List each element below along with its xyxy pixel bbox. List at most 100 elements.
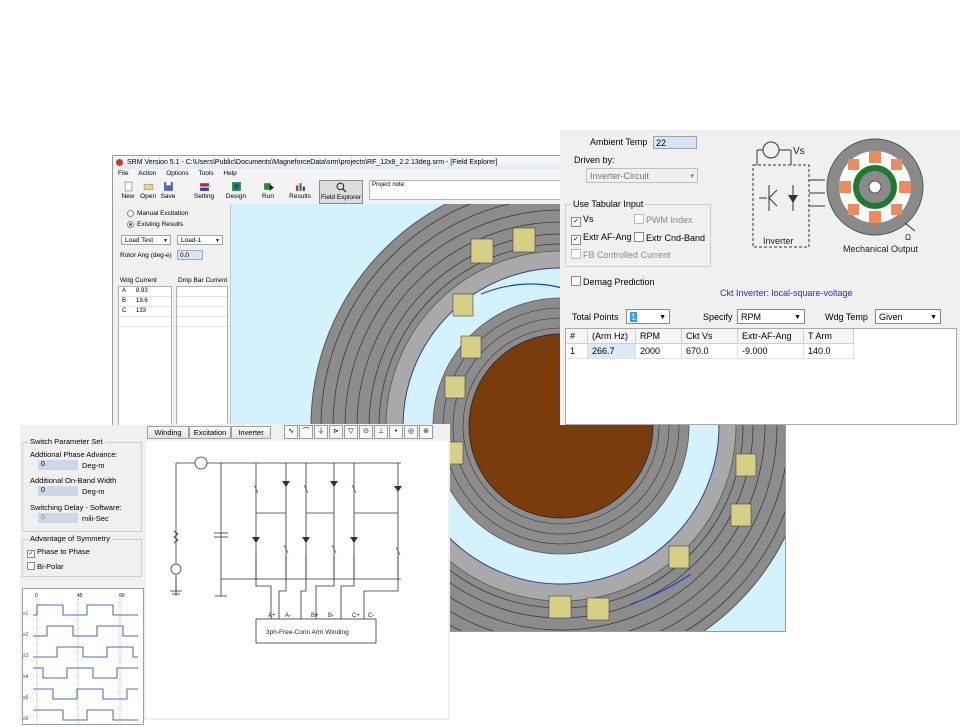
phase-to-phase-label: Phase to Phase [37,547,90,556]
existing-results-option[interactable]: Existing Results [127,221,183,228]
field-explorer-label: Field Explorer [320,194,362,201]
tab-inverter[interactable]: Inverter [231,426,271,439]
onband-input[interactable]: 0 [38,486,78,496]
pwm-index-checkbox[interactable]: PWM Index [634,214,693,225]
driven-by-select[interactable]: Inverter-Circuit ▾ [586,168,698,183]
load-test-select[interactable]: Load Test ▼ [121,235,171,245]
menu-tools[interactable]: Tools [198,170,213,177]
vs-checkbox[interactable]: ✓ Vs [571,214,594,227]
source-tool-icon[interactable]: ⊙ [359,425,373,439]
demag-checkbox[interactable]: Demag Prediction [571,276,655,287]
results-button[interactable]: Results [289,180,311,202]
table-row[interactable] [177,307,227,317]
menu-help[interactable]: Help [223,170,236,177]
ckt-inverter-status: Ckt Inverter: local-square-voltage [720,288,853,298]
run-button[interactable]: Run [259,180,277,202]
phase-advance-input[interactable]: 0 [38,460,78,470]
bi-polar-checkbox[interactable]: Bi-Polar [27,562,64,571]
open-button[interactable]: Open [139,180,157,202]
extr-cnd-band-checkbox[interactable]: Extr Cnd-Band [634,232,705,243]
switching-delay-input[interactable]: 0 [38,513,78,523]
new-button[interactable]: New [119,180,137,202]
voltage-source-icon [762,141,780,159]
design-button[interactable]: Design [225,180,247,202]
window-title: SRM Version 5.1 - C:\Users\Public\Docume… [127,159,498,166]
ground-tool-icon[interactable]: ⏚ [314,425,328,439]
radio-selected-icon [127,221,134,228]
extr-af-ang-checkbox[interactable]: ✓ Extr AF-Ang [571,232,632,245]
save-button[interactable]: Save [159,180,177,202]
diagram-vs-label: Vs [793,146,805,157]
inductor-tool-icon[interactable]: ∿ [284,425,298,439]
tabular-group-title: Use Tabular Input [571,199,646,209]
switch-tool-icon[interactable]: ⊳ [329,425,343,439]
rotor-ang-label: Rotor Ang (deg-e) [120,252,172,259]
meter-tool-icon[interactable]: ⊚ [419,425,433,439]
current-cell: 19.6 [136,298,148,304]
dropdown-arrow-icon: ▾ [690,173,694,180]
switching-delay-unit: mili-Sec [82,514,109,523]
rotor-ang-input[interactable]: 0.0 [177,250,203,260]
menu-options[interactable]: Options [166,170,188,177]
timing-row-label: s6 [23,716,29,722]
driven-by-value: Inverter-Circuit [590,171,650,181]
table-cell[interactable]: 2000 [636,344,682,359]
table-row[interactable] [177,317,227,327]
table-cell[interactable]: 266.7 [588,344,636,359]
wdg-current-header: Wdg Current [120,277,157,284]
node-tool-icon[interactable]: • [389,425,403,439]
setting-icon [199,183,209,191]
menu-file[interactable]: File [118,170,128,177]
inverter-settings-panel: Ambient Temp 22 Driven by: Inverter-Circ… [560,130,960,425]
onband-label: Additional On-Band Width [30,476,117,485]
ambient-temp-input[interactable]: 22 [653,136,697,149]
specify-select[interactable]: RPM ▼ [737,309,805,324]
load-value: Load-1 [181,237,202,244]
diode-tool-icon[interactable]: ▽ [344,425,358,439]
table-row[interactable] [177,297,227,307]
table-row[interactable] [119,317,171,327]
terminal-label: A- [285,613,291,619]
table-cell[interactable]: 670.0 [682,344,738,359]
dropdown-arrow-icon: ▼ [930,314,937,321]
table-row[interactable]: C 133 [119,307,171,317]
table-cell[interactable]: 1 [566,344,588,359]
col-header: Ckt Vs [682,329,738,344]
table-row[interactable]: B 19.6 [119,297,171,307]
timing-row-label: s3 [23,653,29,659]
load-select[interactable]: Load-1 ▼ [177,235,223,245]
field-explorer-button[interactable]: Field Explorer [319,180,363,204]
vs-label: Vs [583,214,594,224]
manual-excitation-option[interactable]: Manual Excitation [127,210,188,217]
phase-to-phase-checkbox[interactable]: ✓ Phase to Phase [27,547,90,558]
project-note-field[interactable]: Project note: [369,180,569,200]
switch-timing-chart[interactable]: 0 45 90 s1 s2 s3 s4 s5 s6 [22,588,144,725]
timing-waveform: 0 45 90 s1 s2 s3 s4 s5 s6 [23,593,138,724]
fb-current-checkbox[interactable]: FB Controlled Current [571,249,671,260]
checkbox-checked-icon: ✓ [571,235,581,245]
switch-parameter-panel: Switch Parameter Set Addtional Phase Adv… [20,425,148,725]
tab-winding[interactable]: Winding [147,426,189,439]
table-row[interactable]: A 8.93 [119,287,171,297]
tab-excitation[interactable]: Excitation [189,426,231,439]
table-cell[interactable]: 140.0 [804,344,854,359]
dropdown-arrow-icon: ▼ [163,238,168,244]
setting-button[interactable]: Setting [193,180,215,202]
capacitor-tool-icon[interactable]: ⊥ [374,425,388,439]
table-cell[interactable]: -9.000 [738,344,804,359]
terminal-label: C+ [352,613,360,619]
menu-action[interactable]: Action [138,170,156,177]
setting-label: Setting [193,193,215,200]
coil-tool-icon[interactable]: ⌒ [299,425,313,439]
dropdown-arrow-icon: ▼ [659,314,666,321]
open-label: Open [140,193,156,200]
total-points-select[interactable]: 1 ▼ [626,309,670,324]
diagram-mech-label: Mechanical Output [843,244,919,254]
new-icon [124,181,132,192]
dropdown-arrow-icon: ▼ [794,314,801,321]
table-row[interactable] [177,287,227,297]
project-note-label: Project note: [372,182,406,188]
wdg-temp-select[interactable]: Given ▼ [875,309,941,324]
ac-source-tool-icon[interactable]: ◎ [404,425,418,439]
circuit-canvas[interactable]: A+ A- B+ B- C+ C- 3ph-Free-Conn Arm Wind… [146,441,448,718]
